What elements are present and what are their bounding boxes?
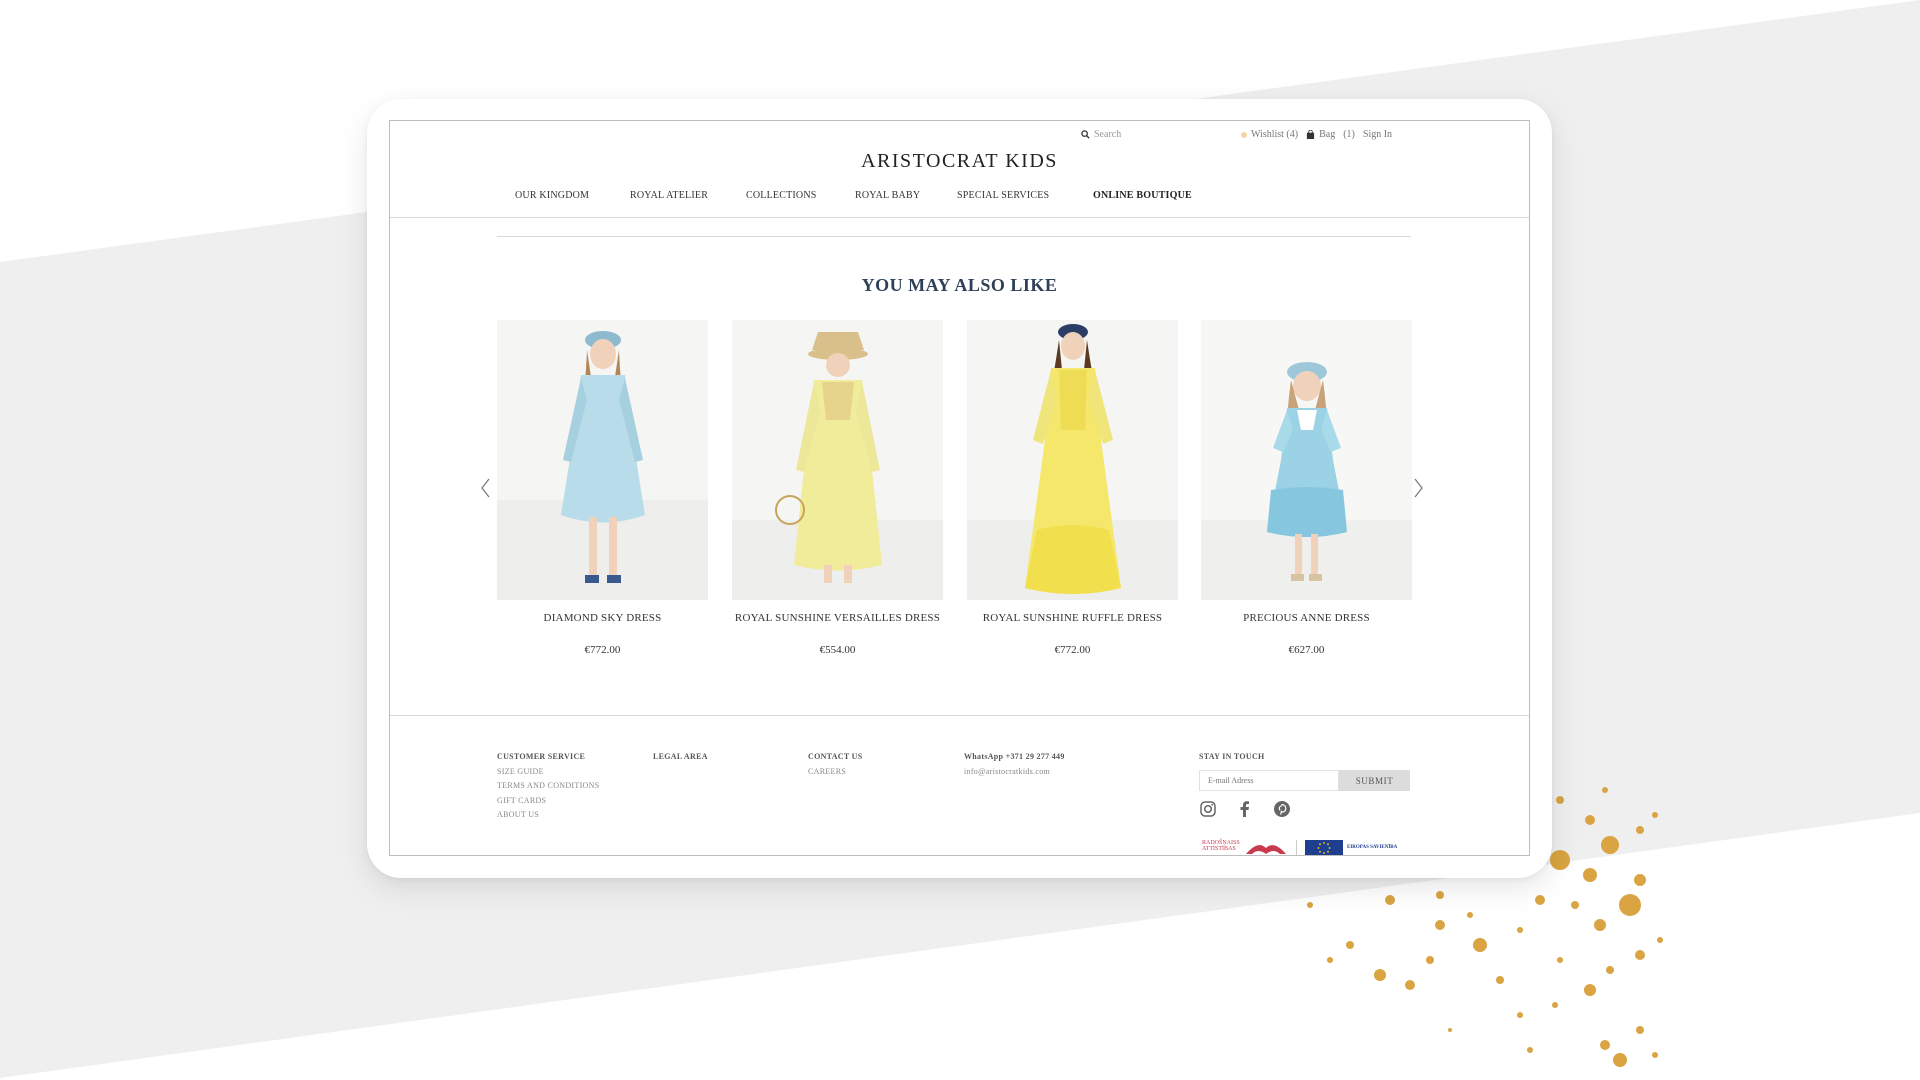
footer-heading[interactable]: LEGAL AREA (653, 750, 708, 765)
product-image[interactable] (967, 320, 1178, 600)
content-divider (497, 236, 1411, 237)
facebook-icon[interactable] (1236, 800, 1254, 818)
footer-contact-details: WhatsApp +371 29 277 449 info@aristocrat… (964, 750, 1065, 779)
lv-logo-text: RADOŠŅAISS ATTĪSTĪBAS (1202, 840, 1240, 852)
logo-divider (1296, 840, 1297, 855)
tablet-device-frame: Search Wishlist (4) Bag (1) Sign In ARIS… (367, 99, 1552, 878)
product-image[interactable] (732, 320, 943, 600)
nav-online-boutique[interactable]: ONLINE BOUTIQUE (1093, 190, 1192, 201)
footer-legal: LEGAL AREA (653, 750, 708, 765)
nav-special-services[interactable]: SPECIAL SERVICES (957, 190, 1049, 201)
whatsapp-number[interactable]: WhatsApp +371 29 277 449 (964, 750, 1065, 765)
account-links: Wishlist (4) Bag (1) Sign In (1241, 129, 1392, 140)
pinterest-icon[interactable] (1273, 800, 1291, 818)
nav-our-kingdom[interactable]: OUR KINGDOM (515, 190, 589, 201)
carousel-next-arrow-icon[interactable] (1410, 476, 1426, 500)
bag-link[interactable]: Bag (1) (1306, 129, 1355, 140)
footer-divider (390, 715, 1529, 716)
site-logo[interactable]: ARISTOCRAT KIDS (390, 150, 1529, 173)
footer-heading: CUSTOMER SERVICE (497, 752, 586, 761)
search-field[interactable]: Search (1081, 129, 1121, 140)
footer-link-about-us[interactable]: ABOUT US (497, 808, 599, 823)
bag-count: (1) (1343, 129, 1355, 140)
sign-in-link[interactable]: Sign In (1363, 129, 1392, 140)
product-price: €772.00 (584, 644, 621, 656)
product-carousel: DIAMOND SKY DRESS €772.00 ROYAL SUNSHINE… (478, 320, 1430, 656)
footer-link-terms[interactable]: TERMS AND CONDITIONS (497, 779, 599, 794)
product-photo-precious-anne (1201, 320, 1412, 600)
product-photo-diamond-sky (497, 320, 708, 600)
utility-bar: Search Wishlist (4) Bag (1) Sign In (390, 125, 1529, 143)
footer-contact: CONTACT US CAREERS (808, 750, 863, 779)
social-links (1199, 800, 1291, 818)
partner-logos: RADOŠŅAISS ATTĪSTĪBAS EIROPAS SAVIENĪBA (1202, 840, 1398, 855)
submit-button[interactable]: SUBMIT (1339, 770, 1410, 791)
wishlist-link[interactable]: Wishlist (4) (1241, 129, 1298, 140)
footer-link-size-guide[interactable]: SIZE GUIDE (497, 765, 599, 780)
header-divider (390, 217, 1529, 218)
website-screen: Search Wishlist (4) Bag (1) Sign In ARIS… (389, 120, 1530, 856)
product-image[interactable] (1201, 320, 1412, 600)
product-name[interactable]: PRECIOUS ANNE DRESS (1191, 612, 1422, 624)
product-image[interactable] (497, 320, 708, 600)
product-price: €554.00 (819, 644, 856, 656)
footer-link-careers[interactable]: CAREERS (808, 765, 863, 780)
nav-collections[interactable]: COLLECTIONS (746, 190, 817, 201)
product-price: €627.00 (1288, 644, 1325, 656)
product-price: €772.00 (1054, 644, 1091, 656)
carousel-prev-arrow-icon[interactable] (478, 476, 494, 500)
main-navigation: OUR KINGDOM ROYAL ATELIER COLLECTIONS RO… (390, 190, 1529, 204)
section-title: YOU MAY ALSO LIKE (861, 275, 1058, 295)
newsletter-form: SUBMIT (1199, 770, 1410, 791)
contact-email[interactable]: info@aristocratkids.com (964, 765, 1065, 780)
footer-customer-service: CUSTOMER SERVICE SIZE GUIDE TERMS AND CO… (497, 750, 599, 823)
lv-partner-logo: RADOŠŅAISS ATTĪSTĪBAS (1202, 840, 1288, 855)
eu-logo-text: EIROPAS SAVIENĪBA (1347, 845, 1398, 850)
footer-heading: STAY IN TOUCH (1199, 752, 1265, 761)
footer-link-gift-cards[interactable]: GIFT CARDS (497, 794, 599, 809)
product-name[interactable]: DIAMOND SKY DRESS (487, 612, 718, 624)
nav-royal-baby[interactable]: ROYAL BABY (855, 190, 920, 201)
product-photo-royal-sunshine-ruffle (967, 320, 1178, 600)
product-photo-royal-sunshine-versailles (732, 320, 943, 600)
bag-label: Bag (1319, 129, 1336, 140)
product-name[interactable]: ROYAL SUNSHINE RUFFLE DRESS (957, 612, 1188, 624)
lv-logo-mark (1246, 845, 1286, 854)
search-placeholder: Search (1094, 129, 1122, 140)
footer-newsletter: STAY IN TOUCH (1199, 750, 1265, 765)
product-name[interactable]: ROYAL SUNSHINE VERSAILLES DRESS (722, 612, 953, 624)
wishlist-label: Wishlist (4) (1251, 129, 1299, 140)
eu-flag-icon (1305, 840, 1343, 855)
bag-icon (1307, 130, 1315, 139)
wishlist-icon (1241, 131, 1247, 138)
footer-heading[interactable]: CONTACT US (808, 750, 863, 765)
email-input[interactable] (1199, 770, 1339, 791)
instagram-icon[interactable] (1199, 800, 1217, 818)
search-icon (1081, 130, 1090, 139)
nav-royal-atelier[interactable]: ROYAL ATELIER (630, 190, 708, 201)
eu-partner-logo: EIROPAS SAVIENĪBA (1305, 840, 1398, 855)
